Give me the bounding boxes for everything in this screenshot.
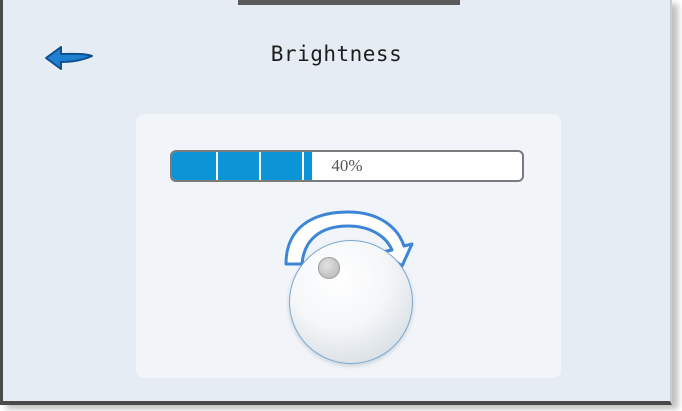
knob-indicator xyxy=(318,257,340,279)
progress-percent-label: 40% xyxy=(331,156,363,175)
brightness-knob-control[interactable] xyxy=(276,206,426,364)
brightness-knob[interactable] xyxy=(289,240,413,364)
brightness-screen: Brightness 40% xyxy=(0,0,672,405)
top-bar-notch xyxy=(238,0,460,5)
brightness-progress-bar: 40% xyxy=(170,150,524,182)
page-title: Brightness xyxy=(270,42,403,66)
brightness-panel: 40% xyxy=(136,114,561,378)
